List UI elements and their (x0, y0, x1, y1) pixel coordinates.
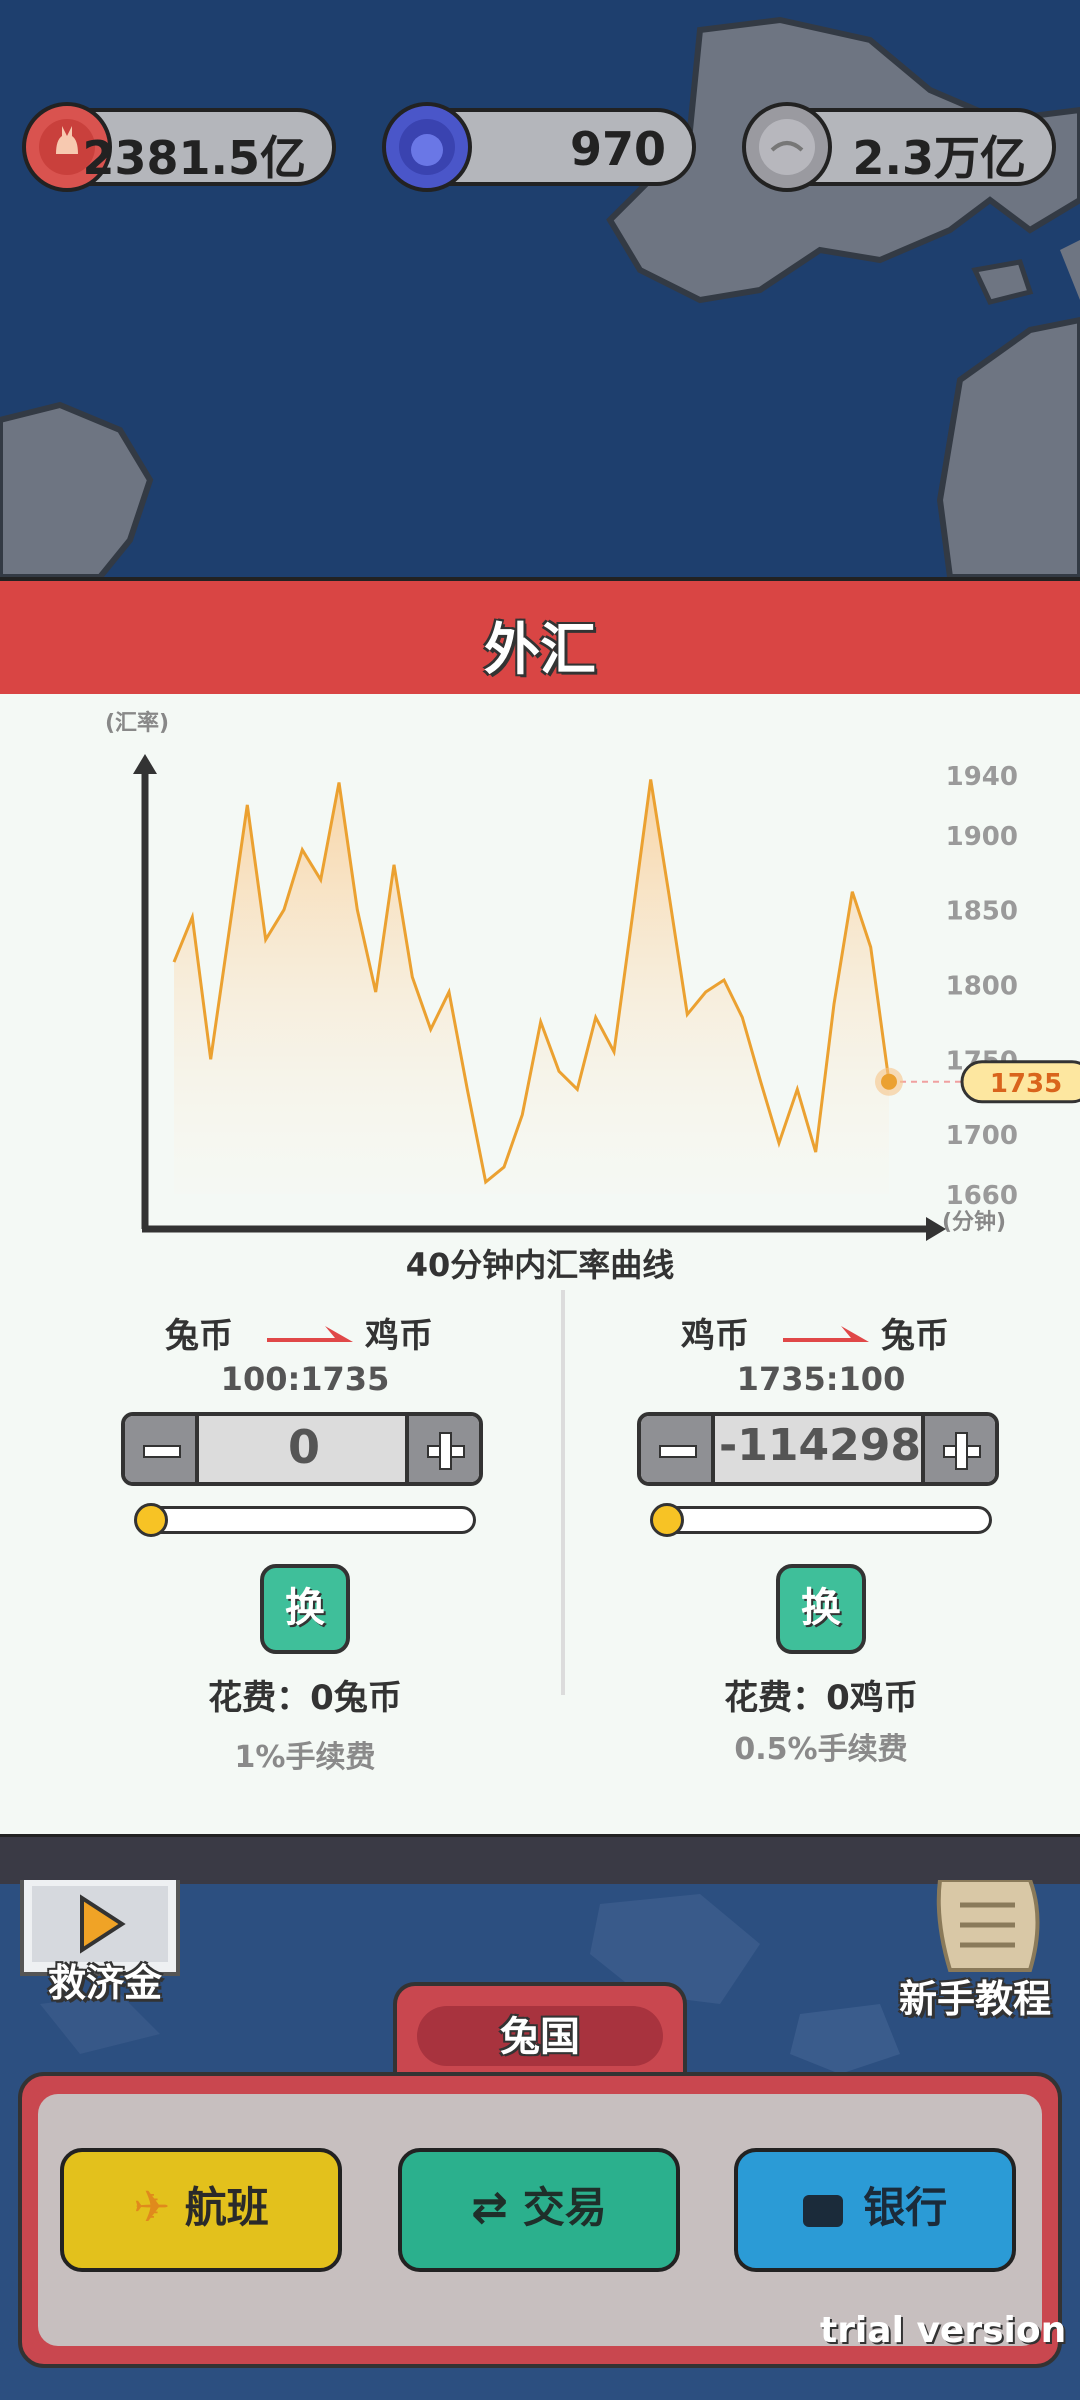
right-swap-button[interactable]: 换 (776, 1564, 866, 1654)
right-cost: 花费：0鸡币 (724, 1678, 918, 1718)
panel-title: 外汇 (484, 618, 596, 683)
bank-button[interactable]: 银行 (734, 2148, 1016, 2272)
current-rate-value: 1735 (990, 1069, 1062, 1099)
y-tick-label: 1940 (946, 762, 1018, 792)
y-tick-label: 1660 (946, 1181, 1018, 1211)
left-fee: 1%手续费 (234, 1740, 376, 1775)
scroll-icon[interactable] (920, 1880, 1050, 1980)
y-axis-label: (汇率) (105, 710, 169, 736)
right-pair-row: 鸡币 兔币 (636, 1308, 1006, 1358)
right-minus-button[interactable] (641, 1416, 715, 1482)
right-amount-stepper: -114298 (637, 1412, 999, 1486)
blue-coin-value: 970 (569, 122, 666, 176)
red-arrow-icon (267, 1326, 353, 1342)
trade-button[interactable]: ⇄ 交易 (398, 2148, 680, 2272)
left-pair-row: 兔币 鸡币 (120, 1308, 490, 1358)
tutorial-label[interactable]: 新手教程 (880, 1968, 1070, 2023)
left-amount-value[interactable]: 0 (199, 1420, 409, 1474)
y-axis-arrow (133, 754, 157, 774)
left-amount-slider[interactable] (136, 1506, 476, 1534)
right-ratio: 1735:100 (736, 1360, 906, 1398)
exchange-arrows-icon: ⇄ (471, 2182, 509, 2233)
silver-coin-balance: 2.3万亿 (742, 102, 1056, 192)
right-to-currency: 兔币 (881, 1316, 949, 1356)
bank-button-label: 银行 (863, 2183, 948, 2232)
flight-button[interactable]: ✈ 航班 (60, 2148, 342, 2272)
wallet-icon (802, 2194, 843, 2227)
country-tab[interactable]: 兔国 (393, 1982, 687, 2082)
left-from-currency: 兔币 (165, 1316, 233, 1356)
relief-fund-label: 救济金 (47, 1961, 162, 2005)
right-amount-slider[interactable] (652, 1506, 992, 1534)
rabbit-coin-value: 2381.5亿 (82, 131, 306, 185)
left-minus-button[interactable] (125, 1416, 199, 1482)
left-ratio: 100:1735 (220, 1360, 390, 1398)
right-slider-knob[interactable] (650, 1503, 684, 1537)
country-tab-label: 兔国 (500, 2014, 580, 2060)
flight-button-label: 航班 (184, 2183, 269, 2232)
y-tick-label: 1700 (946, 1121, 1018, 1151)
right-amount-value[interactable]: -114298 (715, 1420, 925, 1471)
right-from-currency: 鸡币 (681, 1316, 749, 1356)
left-cost: 花费：0兔币 (208, 1678, 402, 1718)
chart-caption: 40分钟内汇率曲线 (405, 1246, 675, 1284)
y-tick-label: 1850 (946, 897, 1018, 927)
exchange-divider (561, 1290, 565, 1695)
current-point (881, 1073, 897, 1090)
y-tick-label: 1800 (946, 972, 1018, 1002)
left-amount-stepper: 0 (121, 1412, 483, 1486)
rabbit-coin-balance: 2381.5亿 (22, 102, 336, 192)
exchange-rate-chart: (汇率) (分钟) 194019001850180017501700166017… (105, 710, 1080, 1241)
trial-version-watermark: trial version (820, 2310, 1067, 2351)
silver-coin-icon (742, 102, 832, 192)
world-map-background (0, 0, 1080, 577)
silver-coin-value: 2.3万亿 (852, 131, 1027, 185)
left-plus-button[interactable] (405, 1416, 479, 1482)
right-plus-button[interactable] (921, 1416, 995, 1482)
blue-coin-icon (382, 102, 472, 192)
trade-button-label: 交易 (522, 2183, 607, 2232)
x-axis-label: (分钟) (942, 1209, 1006, 1235)
plane-icon: ✈ (133, 2182, 171, 2233)
left-slider-knob[interactable] (134, 1503, 168, 1537)
y-tick-label: 1900 (946, 822, 1018, 852)
blue-coin-balance: 970 (382, 102, 696, 192)
left-to-currency: 鸡币 (365, 1316, 433, 1356)
right-fee: 0.5%手续费 (734, 1732, 908, 1767)
left-swap-button[interactable]: 换 (260, 1564, 350, 1654)
red-arrow-icon (783, 1326, 869, 1342)
